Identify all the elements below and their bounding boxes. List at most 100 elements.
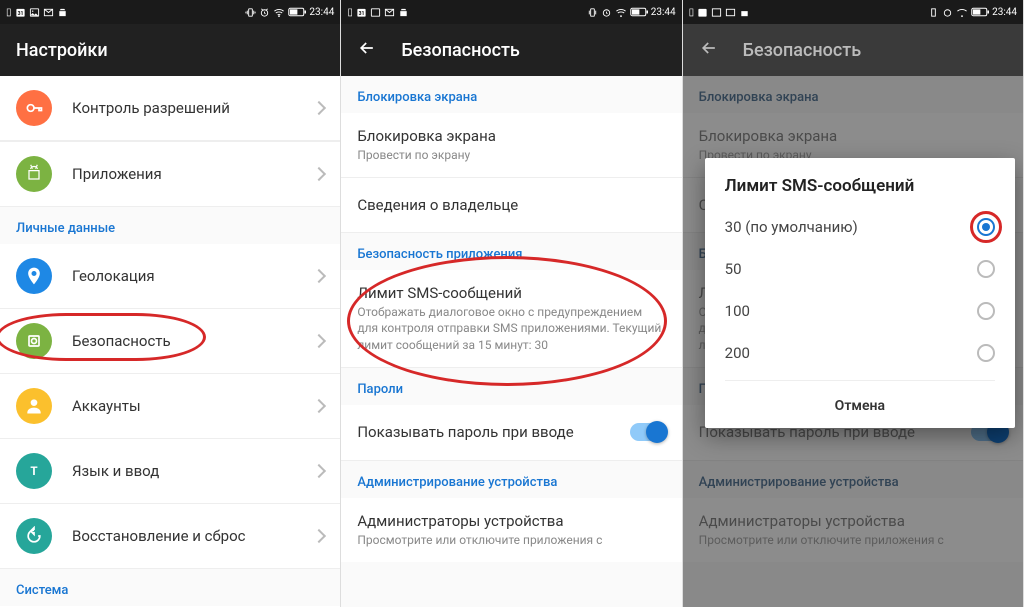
app-bar: Безопасность — [683, 24, 1023, 76]
key-icon — [16, 90, 52, 126]
item-accounts[interactable]: Аккаунты — [0, 373, 340, 438]
item-label: Администраторы устройства — [357, 512, 665, 530]
mail-icon — [384, 7, 395, 18]
calendar-icon — [697, 7, 708, 18]
status-time: 23:44 — [651, 7, 676, 18]
battery-icon — [288, 7, 306, 17]
item-label: Геолокация — [72, 267, 314, 285]
radio-option-100[interactable]: 100 — [725, 290, 995, 332]
item-label: Безопасность — [72, 332, 314, 350]
item-permissions[interactable]: Контроль разрешений — [0, 76, 340, 141]
calendar-icon: 31 — [356, 7, 367, 18]
item-label: Лимит SMS-сообщений — [357, 284, 665, 302]
screen-dialog: ▯ 23:44 Безопасность Блокировка экрана Б… — [683, 0, 1024, 607]
vibrate-icon — [928, 7, 939, 18]
sms-limit-dialog: Лимит SMS-сообщений 30 (по умолчанию) 50… — [705, 158, 1015, 428]
item-apps[interactable]: Приложения — [0, 141, 340, 207]
image-icon — [29, 7, 40, 18]
item-label: Язык и ввод — [72, 462, 314, 480]
section-lock: Блокировка экрана — [341, 76, 681, 113]
app-bar: Настройки — [0, 24, 340, 76]
status-bar: ▯ 23:44 — [683, 0, 1023, 24]
item-admins[interactable]: Администраторы устройства Просмотрите ил… — [341, 498, 681, 562]
item-sub: Просмотрите или отключите приложения с — [357, 532, 665, 548]
alarm-icon — [259, 7, 270, 18]
item-label: Контроль разрешений — [72, 99, 314, 117]
chevron-right-icon — [312, 529, 326, 543]
wifi-icon — [956, 7, 968, 18]
item-owner[interactable]: Сведения о владельце — [341, 177, 681, 233]
item-security[interactable]: Безопасность — [0, 308, 340, 373]
alarm-icon — [601, 7, 612, 18]
item-label: Сведения о владельце — [357, 196, 665, 214]
person-icon — [16, 388, 52, 424]
text-icon: T — [16, 453, 52, 489]
section-personal: Личные данные — [0, 207, 340, 244]
store-icon — [739, 7, 750, 18]
radio-option-200[interactable]: 200 — [725, 332, 995, 374]
image-icon — [711, 7, 722, 18]
chevron-right-icon — [312, 399, 326, 413]
vibrate-icon — [587, 7, 598, 18]
shield-icon — [16, 323, 52, 359]
calendar-icon: 31 — [15, 7, 26, 18]
chevron-right-icon — [312, 101, 326, 115]
item-label: Показывать пароль при вводе — [357, 423, 629, 441]
section-passwords: Пароли — [341, 368, 681, 405]
status-time: 23:44 — [309, 7, 334, 18]
mail-icon — [725, 7, 736, 18]
radio-option-30[interactable]: 30 (по умолчанию) — [725, 206, 995, 248]
android-icon — [16, 156, 52, 192]
item-location[interactable]: Геолокация — [0, 244, 340, 308]
item-sub: Отображать диалоговое окно с предупрежде… — [357, 304, 665, 353]
mail-icon — [43, 7, 54, 18]
status-bar: ▯ 31 23:44 — [0, 0, 340, 24]
chevron-right-icon — [312, 269, 326, 283]
chevron-right-icon — [312, 464, 326, 478]
app-bar: Безопасность — [341, 24, 681, 76]
battery-icon — [630, 7, 648, 17]
status-time: 23:44 — [992, 7, 1017, 18]
item-label: Восстановление и сброс — [72, 527, 314, 545]
item-lockscreen[interactable]: Блокировка экрана Провести по экрану — [341, 113, 681, 177]
status-bar: ▯ 31 23:44 — [341, 0, 681, 24]
alarm-icon — [942, 7, 953, 18]
item-backup[interactable]: Восстановление и сброс — [0, 503, 340, 569]
cancel-button[interactable]: Отмена — [835, 398, 885, 414]
store-icon — [57, 7, 68, 18]
item-label: Блокировка экрана — [357, 127, 665, 145]
store-icon — [398, 7, 409, 18]
svg-text:31: 31 — [17, 10, 23, 16]
chevron-right-icon — [312, 334, 326, 348]
wifi-icon — [615, 7, 627, 18]
item-label: Приложения — [72, 165, 314, 183]
notif-icon: ▯ — [347, 7, 353, 18]
image-icon — [370, 7, 381, 18]
back-button[interactable] — [699, 38, 719, 62]
radio-icon — [977, 218, 995, 236]
svg-text:T: T — [30, 464, 37, 478]
section-admin: Администрирование устройства — [341, 461, 681, 498]
back-button[interactable] — [357, 38, 377, 62]
section-appsec: Безопасность приложения — [341, 233, 681, 270]
item-sub: Провести по экрану — [357, 147, 665, 163]
toggle-switch[interactable] — [630, 423, 666, 441]
radio-icon — [977, 344, 995, 362]
section-system: Система — [0, 569, 340, 606]
chevron-right-icon — [312, 167, 326, 181]
radio-option-50[interactable]: 50 — [725, 248, 995, 290]
item-showpass[interactable]: Показывать пароль при вводе — [341, 405, 681, 461]
page-title: Настройки — [16, 40, 108, 61]
notif-icon: ▯ — [689, 7, 695, 18]
screen-settings: ▯ 31 23:44 Настройки Контроль разрешений… — [0, 0, 341, 607]
page-title: Безопасность — [401, 40, 520, 61]
radio-icon — [977, 302, 995, 320]
item-sms-limit[interactable]: Лимит SMS-сообщений Отображать диалогово… — [341, 270, 681, 368]
restore-icon — [16, 518, 52, 554]
battery-icon — [971, 7, 989, 17]
item-label: Аккаунты — [72, 397, 314, 415]
wifi-icon — [273, 7, 285, 18]
notif-icon: ▯ — [6, 7, 12, 18]
radio-icon — [977, 260, 995, 278]
item-language[interactable]: T Язык и ввод — [0, 438, 340, 503]
